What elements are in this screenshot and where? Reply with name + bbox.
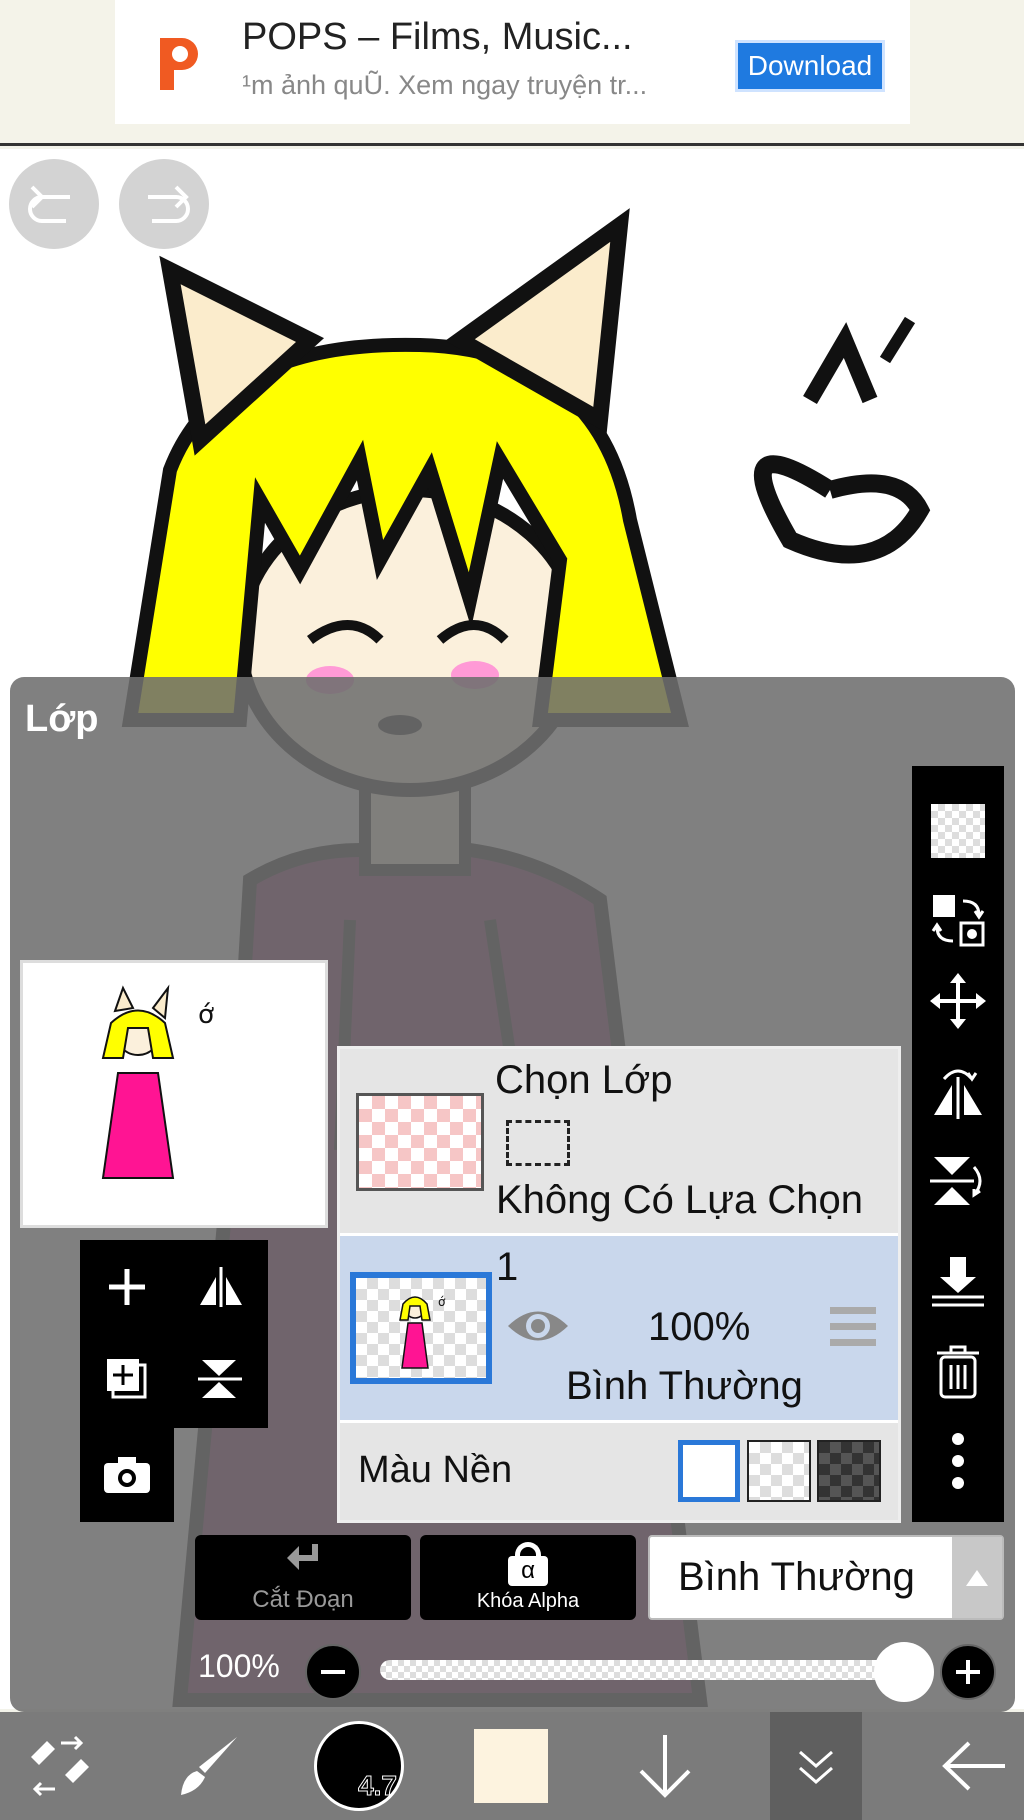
clip-arrow-icon — [287, 1543, 318, 1570]
alpha-lock-button[interactable]: α Khóa Alpha — [420, 1535, 636, 1620]
delete-layer-button[interactable] — [912, 1336, 1004, 1406]
selection-layer-thumbnail — [356, 1093, 484, 1191]
transform-icon — [31, 1735, 89, 1797]
brush-size-button[interactable]: 4.7 — [312, 1712, 406, 1820]
flip-vertical-button[interactable] — [176, 1334, 266, 1424]
merge-down-button[interactable] — [912, 1246, 1004, 1316]
swap-layer-button[interactable] — [912, 886, 1004, 956]
drag-handle-icon — [830, 1307, 876, 1346]
background-transparent-swatch[interactable] — [747, 1440, 811, 1502]
layer-panel-toggle-button[interactable] — [770, 1712, 862, 1820]
alpha-lock-label: Khóa Alpha — [476, 1590, 580, 1612]
arrow-down-icon — [639, 1735, 691, 1798]
ad-card[interactable]: POPS – Films, Music... ¹m ảnh quŨ. Xem n… — [115, 0, 910, 124]
background-dark-swatch[interactable] — [817, 1440, 881, 1502]
flip-vertical-icon — [930, 1157, 982, 1205]
ad-banner: POPS – Films, Music... ¹m ảnh quŨ. Xem n… — [0, 0, 1024, 146]
opacity-slider-track[interactable] — [380, 1660, 900, 1680]
layer-drag-handle[interactable] — [830, 1305, 876, 1354]
selection-marquee-icon — [506, 1120, 570, 1166]
checkerboard-icon — [931, 804, 985, 858]
flip-vertical-icon — [198, 1360, 242, 1398]
ad-download-button[interactable]: Download — [735, 40, 885, 92]
layer-blend-mode: Bình Thường — [566, 1364, 803, 1408]
lock-icon: α — [506, 1542, 550, 1586]
opacity-label: 100% — [198, 1648, 280, 1684]
duplicate-layer-button[interactable] — [82, 1334, 172, 1424]
opacity-increase-button[interactable] — [940, 1644, 996, 1700]
panel-title: Lớp — [25, 698, 99, 740]
minus-icon — [321, 1670, 345, 1674]
layer-right-toolbar — [912, 766, 1004, 1522]
ad-app-logo — [160, 38, 198, 90]
flip-vertical-right-button[interactable] — [912, 1146, 1004, 1216]
selection-layer-name: Chọn Lớp — [495, 1058, 673, 1102]
transform-tool-button[interactable] — [10, 1712, 110, 1820]
plus-icon — [109, 1269, 145, 1305]
duplicate-layer-icon — [107, 1359, 147, 1399]
undo-button[interactable] — [9, 159, 99, 249]
layer-opacity: 100% — [648, 1305, 751, 1349]
eye-icon — [508, 1311, 568, 1341]
camera-icon — [104, 1457, 150, 1493]
plus-icon — [956, 1660, 980, 1684]
redo-icon — [148, 185, 190, 223]
brush-size-circle: 4.7 — [314, 1721, 404, 1811]
background-white-swatch[interactable] — [678, 1440, 740, 1502]
layer-thumbnail: ớ — [350, 1272, 492, 1384]
ad-title: POPS – Films, Music... — [242, 16, 633, 58]
camera-button[interactable] — [82, 1430, 172, 1520]
bottom-toolbar: 4.7 — [0, 1712, 1024, 1820]
color-picker-button[interactable] — [466, 1712, 556, 1820]
blend-mode-dropdown[interactable] — [952, 1537, 1002, 1618]
move-icon — [930, 973, 986, 1029]
transparency-button[interactable] — [912, 796, 1004, 866]
more-options-button[interactable] — [912, 1426, 1004, 1496]
preview-drawing: ớ — [101, 984, 214, 1179]
current-color-swatch — [474, 1729, 548, 1803]
layer-thumbnail-drawing: ớ — [399, 1295, 446, 1369]
blend-mode-select[interactable]: Bình Thường — [648, 1535, 1004, 1620]
clip-button[interactable]: Cắt Đoạn — [195, 1535, 411, 1620]
layer-down-button[interactable] — [615, 1712, 715, 1820]
opacity-slider-thumb[interactable] — [874, 1642, 934, 1702]
clip-label: Cắt Đoạn — [252, 1585, 354, 1613]
swap-layer-icon — [931, 895, 985, 947]
blend-mode-value: Bình Thường — [678, 1555, 915, 1599]
trash-icon — [937, 1345, 979, 1399]
flip-horizontal-icon — [200, 1267, 242, 1307]
add-layer-button[interactable] — [82, 1242, 172, 1332]
flip-horizontal-icon — [934, 1069, 982, 1119]
redo-button[interactable] — [119, 159, 209, 249]
background-color-label: Màu Nền — [358, 1449, 513, 1491]
layer-name: 1 — [496, 1245, 519, 1289]
move-button[interactable] — [912, 966, 1004, 1036]
merge-down-icon — [932, 1257, 984, 1307]
brush-size-value: 4.7 — [358, 1770, 398, 1802]
selection-layer-status: Không Có Lựa Chọn — [496, 1178, 864, 1222]
more-vertical-icon — [952, 1433, 964, 1489]
opacity-decrease-button[interactable] — [305, 1644, 361, 1700]
flip-horizontal-button[interactable] — [176, 1242, 266, 1332]
layer-visibility-toggle[interactable] — [505, 1303, 571, 1354]
svg-text:ớ: ớ — [438, 1295, 446, 1309]
ad-subtitle: ¹m ảnh quŨ. Xem ngay truyện tr... — [242, 70, 648, 100]
arrow-left-icon — [942, 1741, 1005, 1791]
flip-horizontal-right-button[interactable] — [912, 1056, 1004, 1126]
brush-tool-button[interactable] — [160, 1712, 260, 1820]
back-button[interactable] — [924, 1712, 1024, 1820]
brush-icon — [181, 1737, 237, 1795]
undo-icon — [28, 185, 70, 223]
triangle-up-icon — [966, 1569, 988, 1586]
canvas-preview[interactable]: ớ — [20, 960, 328, 1228]
double-chevron-down-icon — [799, 1750, 833, 1784]
svg-text:ớ: ớ — [198, 1000, 214, 1030]
